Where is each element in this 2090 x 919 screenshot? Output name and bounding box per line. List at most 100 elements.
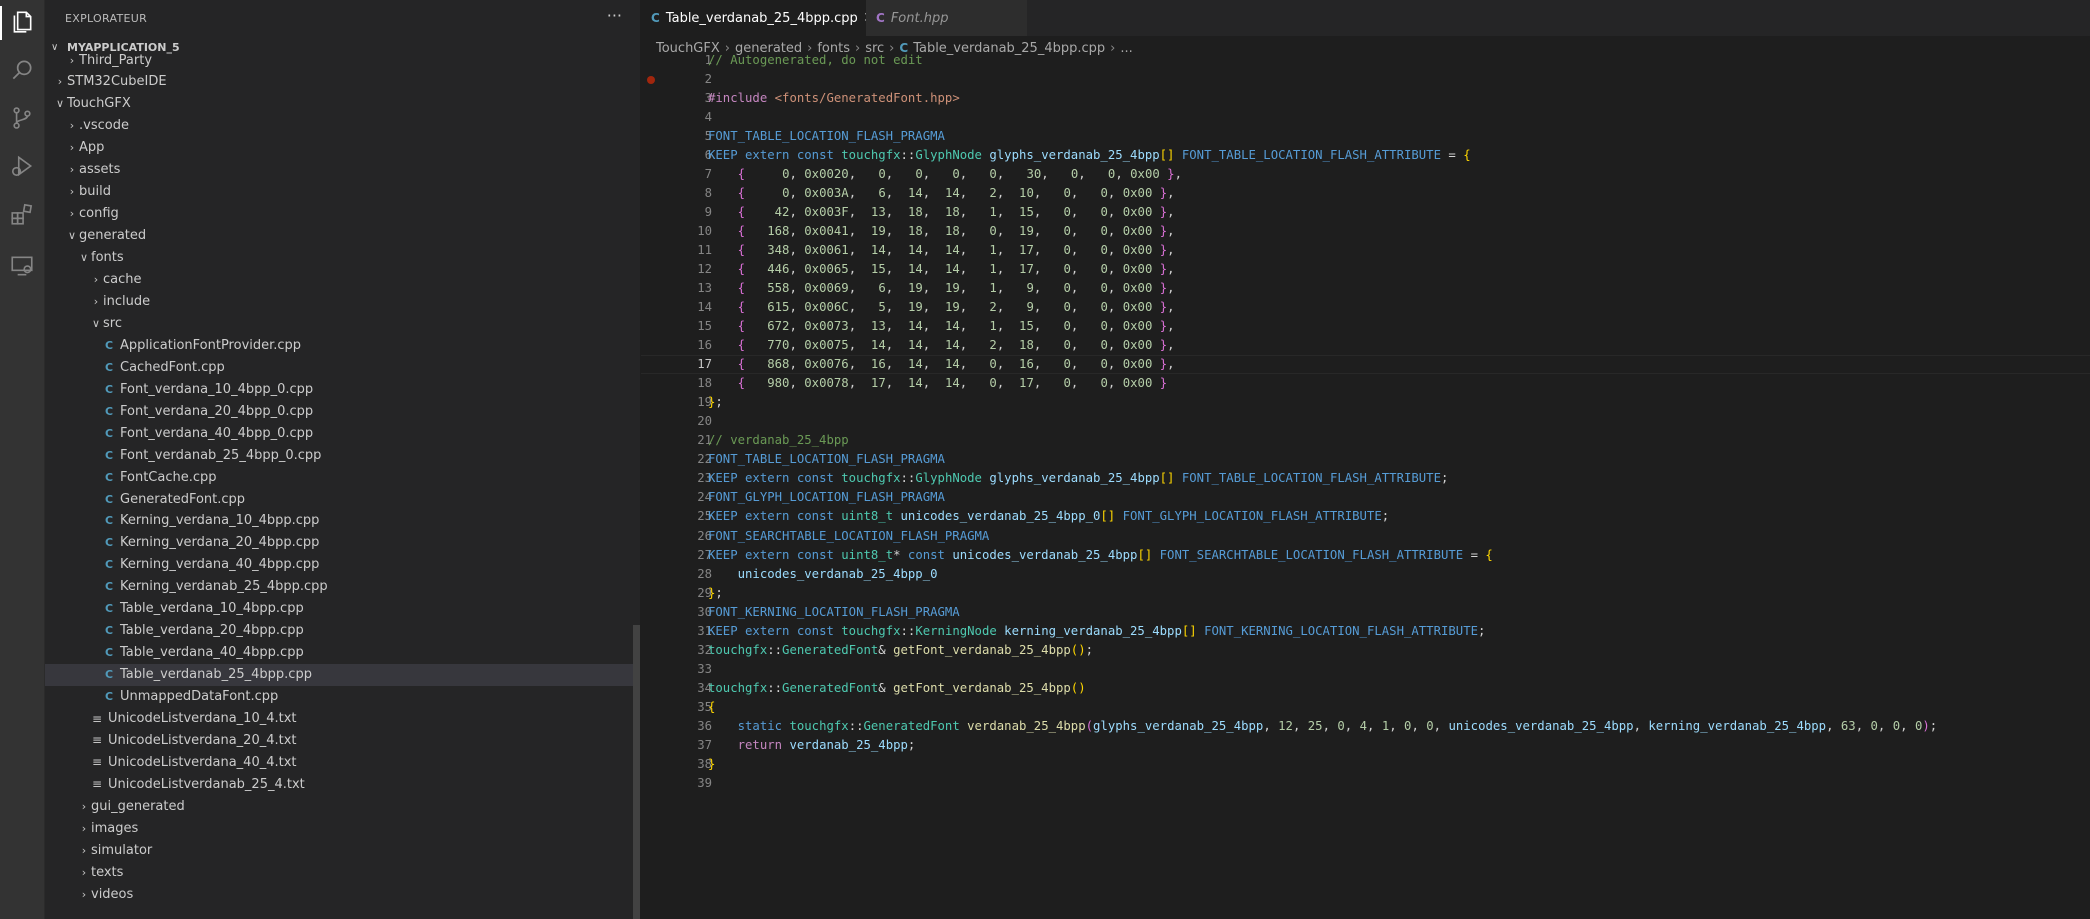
chevron-right-icon[interactable]: ›	[65, 207, 79, 220]
tree-folder[interactable]: › gui_generated	[45, 795, 640, 817]
chevron-right-icon[interactable]: ›	[53, 75, 67, 88]
chevron-right-icon[interactable]: ›	[65, 54, 79, 67]
tree-file[interactable]: C FontCache.cpp	[45, 466, 640, 488]
tree-folder[interactable]: › simulator	[45, 839, 640, 861]
chevron-down-icon[interactable]: ∨	[65, 229, 79, 242]
chevron-right-icon[interactable]: ›	[77, 844, 91, 857]
tree-folder[interactable]: › videos	[45, 883, 640, 905]
tree-file[interactable]: C Font_verdana_20_4bpp_0.cpp	[45, 400, 640, 422]
tree-file[interactable]: ≡ UnicodeListverdana_40_4.txt	[45, 751, 640, 773]
tree-folder[interactable]: › cache	[45, 269, 640, 291]
breadcrumb-item[interactable]: Table_verdanab_25_4bpp.cpp	[913, 41, 1105, 56]
cpp-file-icon: C	[104, 536, 114, 550]
tab-table-verdanab[interactable]: C Table_verdanab_25_4bpp.cpp ✕	[641, 0, 885, 36]
chevron-right-icon[interactable]: ›	[65, 141, 79, 154]
tree-folder[interactable]: › build	[45, 181, 640, 203]
chevron-right-icon[interactable]: ›	[65, 163, 79, 176]
chevron-right-icon[interactable]: ›	[77, 800, 91, 813]
source-control-icon[interactable]	[8, 104, 36, 132]
tab-label: Font.hpp	[890, 10, 949, 26]
tree-file[interactable]: C Font_verdanab_25_4bpp_0.cpp	[45, 444, 640, 466]
code-line: { 446, 0x0065, 15, 14, 14, 1, 17, 0, 0, …	[737, 262, 1175, 277]
tree-folder[interactable]: ∨ src	[45, 312, 640, 334]
tree-item-label: include	[103, 293, 151, 309]
tree-file[interactable]: C GeneratedFont.cpp	[45, 488, 640, 510]
tree-file[interactable]: C UnmappedDataFont.cpp	[45, 686, 640, 708]
tree-file[interactable]: C Kerning_verdana_40_4bpp.cpp	[45, 554, 640, 576]
code-line: touchgfx::GeneratedFont& getFont_verdana…	[708, 680, 1086, 695]
line-number: 13	[697, 281, 712, 296]
tree-file[interactable]: C CachedFont.cpp	[45, 356, 640, 378]
tree-folder[interactable]: › config	[45, 203, 640, 225]
tree-file[interactable]: C Font_verdana_10_4bpp_0.cpp	[45, 378, 640, 400]
remote-explorer-icon[interactable]	[8, 252, 36, 280]
code-editor[interactable]: 1// Autogenerated, do not edit 2 3 #include…	[641, 53, 2090, 919]
tab-font-hpp[interactable]: C Font.hpp	[866, 0, 1027, 36]
tree-item-label: FontCache.cpp	[120, 469, 217, 485]
line-number: 11	[697, 243, 712, 258]
tree-folder[interactable]: › App	[45, 137, 640, 159]
tree-file[interactable]: C Font_verdana_40_4bpp_0.cpp	[45, 422, 640, 444]
tree-item-label: Table_verdanab_25_4bpp.cpp	[120, 667, 312, 683]
tree-item-label: Font_verdana_10_4bpp_0.cpp	[120, 381, 314, 397]
chevron-right-icon[interactable]: ›	[89, 295, 103, 308]
tree-file[interactable]: C Kerning_verdanab_25_4bpp.cpp	[45, 576, 640, 598]
tree-folder[interactable]: › include	[45, 290, 640, 312]
tree-folder[interactable]: ∨ TouchGFX	[45, 93, 640, 115]
tree-item-label: CachedFont.cpp	[120, 359, 225, 375]
tree-folder[interactable]: › assets	[45, 159, 640, 181]
active-view-indicator	[0, 6, 2, 40]
extensions-icon[interactable]	[8, 200, 36, 228]
cpp-file-icon: C	[104, 404, 114, 418]
tree-item-label: Table_verdana_20_4bpp.cpp	[120, 623, 304, 639]
chevron-right-icon[interactable]: ›	[77, 888, 91, 901]
tree-file[interactable]: C Table_verdana_20_4bpp.cpp	[45, 620, 640, 642]
code-line: KEEP extern const uint8_t* const unicode…	[708, 547, 1493, 562]
tree-file[interactable]: ≡ UnicodeListverdana_20_4.txt	[45, 729, 640, 751]
tree-file[interactable]: C Kerning_verdana_10_4bpp.cpp	[45, 510, 640, 532]
code-line: {	[708, 699, 716, 714]
chevron-right-icon[interactable]: ›	[89, 273, 103, 286]
tree-folder[interactable]: ∨ fonts	[45, 247, 640, 269]
tree-item-label: UnmappedDataFont.cpp	[120, 689, 279, 705]
tree-folder[interactable]: › images	[45, 817, 640, 839]
tree-file[interactable]: C Table_verdana_40_4bpp.cpp	[45, 642, 640, 664]
tree-folder[interactable]: › STM32CubeIDE	[45, 71, 640, 93]
line-number: 16	[697, 338, 712, 353]
tree-item-label: Font_verdana_20_4bpp_0.cpp	[120, 403, 314, 419]
cpp-file-icon: C	[651, 11, 660, 25]
tree-item-label: assets	[79, 162, 121, 178]
tree-folder[interactable]: › Third_Party	[45, 49, 640, 71]
tree-file[interactable]: C Table_verdana_10_4bpp.cpp	[45, 598, 640, 620]
chevron-down-icon[interactable]: ∨	[77, 251, 91, 264]
tree-file[interactable]: ≡ UnicodeListverdanab_25_4.txt	[45, 773, 640, 795]
tree-item-label: UnicodeListverdana_40_4.txt	[108, 754, 297, 770]
breadcrumb-item[interactable]: ...	[1120, 41, 1132, 56]
chevron-down-icon[interactable]: ∨	[89, 317, 103, 330]
more-actions-icon[interactable]: ···	[607, 6, 622, 25]
tree-folder[interactable]: › .vscode	[45, 115, 640, 137]
chevron-right-icon[interactable]: ›	[65, 119, 79, 132]
cpp-file-icon: C	[104, 624, 114, 638]
chevron-right-icon[interactable]: ›	[77, 866, 91, 879]
chevron-right-icon[interactable]: ›	[77, 822, 91, 835]
tree-folder[interactable]: ∨ generated	[45, 225, 640, 247]
text-file-icon: ≡	[91, 755, 103, 770]
files-icon[interactable]	[8, 8, 36, 36]
line-number: 20	[697, 414, 712, 429]
chevron-right-icon[interactable]: ›	[65, 185, 79, 198]
tree-folder[interactable]: › texts	[45, 861, 640, 883]
tree-file[interactable]: C Table_verdanab_25_4bpp.cpp	[45, 663, 640, 686]
tree-file[interactable]: C ApplicationFontProvider.cpp	[45, 334, 640, 356]
text-file-icon: ≡	[91, 733, 103, 748]
search-icon[interactable]	[8, 56, 36, 84]
tree-file[interactable]: C Kerning_verdana_20_4bpp.cpp	[45, 532, 640, 554]
run-debug-icon[interactable]	[8, 152, 36, 180]
tree-item-label: Kerning_verdanab_25_4bpp.cpp	[120, 579, 328, 595]
chevron-down-icon[interactable]: ∨	[53, 97, 67, 110]
code-line: unicodes_verdanab_25_4bpp_0	[737, 566, 938, 581]
code-line: { 558, 0x0069, 6, 19, 19, 1, 9, 0, 0, 0x…	[737, 281, 1175, 296]
tree-file[interactable]: ≡ UnicodeListverdana_10_4.txt	[45, 708, 640, 730]
cpp-file-icon: C	[104, 470, 114, 484]
line-number: 37	[697, 737, 712, 752]
